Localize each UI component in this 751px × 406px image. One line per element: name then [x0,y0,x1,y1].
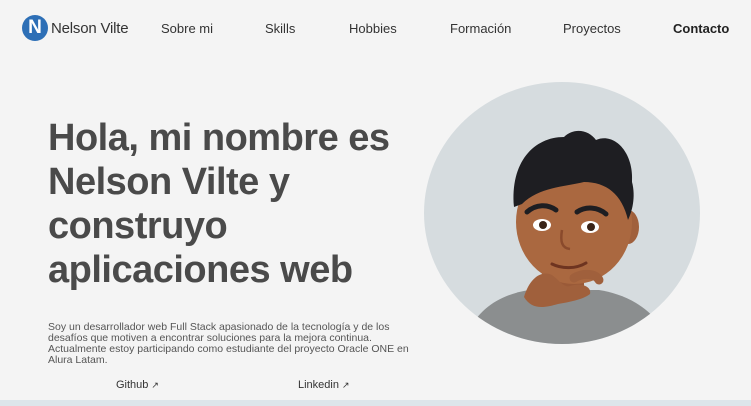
github-link[interactable]: Github ↗ [116,379,159,391]
nav-formacion[interactable]: Formación [450,21,511,36]
hero-description: Soy un desarrollador web Full Stack apas… [48,321,409,366]
avatar [424,82,700,344]
logo[interactable]: N Nelson Vilte [22,15,129,41]
linkedin-link[interactable]: Linkedin ↗ [298,379,350,391]
nav-sobre-mi[interactable]: Sobre mi [161,21,213,36]
nav-skills[interactable]: Skills [265,21,295,36]
hero-title: Hola, mi nombre es Nelson Vilte y constr… [48,117,390,291]
avatar-illustration [464,130,670,344]
logo-badge: N [22,15,48,41]
github-label: Github [116,379,149,391]
logo-name: Nelson Vilte [51,19,129,37]
external-arrow-icon: ↗ [341,380,350,390]
bottom-divider [0,400,751,406]
nav-proyectos[interactable]: Proyectos [563,21,621,36]
nav-contacto[interactable]: Contacto [673,21,729,36]
external-arrow-icon: ↗ [151,380,159,390]
linkedin-label: Linkedin [298,379,339,391]
top-nav: N Nelson Vilte Sobre mi Skills Hobbies F… [0,0,751,56]
nav-hobbies[interactable]: Hobbies [349,21,397,36]
